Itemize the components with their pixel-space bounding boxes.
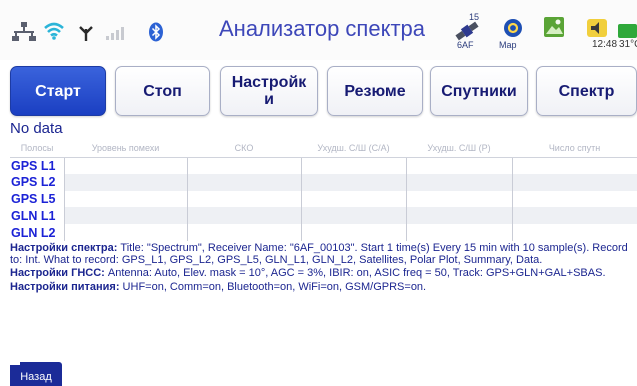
table-row[interactable]: GPS L1 [10, 157, 637, 174]
row-label-gps-l1: GPS L1 [10, 157, 64, 174]
table-cell [405, 207, 512, 225]
table-row[interactable]: GLN L2 [10, 224, 637, 241]
tab-summary[interactable]: Резюме [327, 66, 423, 116]
table-cell [63, 207, 187, 225]
tab-spectrum[interactable]: Спектр [536, 66, 637, 116]
settings-summary: Настройки спектра: Title: "Spectrum", Re… [10, 242, 632, 296]
column-header-noise-level[interactable]: Уровень помехи [64, 139, 187, 158]
table-cell [511, 207, 637, 225]
antenna-icon [79, 26, 93, 41]
table-cell [186, 190, 301, 208]
table-cell [63, 157, 187, 174]
table-cell [186, 157, 301, 174]
back-button[interactable]: Назад [10, 362, 62, 386]
table-row[interactable]: GPS L2 [10, 173, 637, 191]
row-label-gln-l1: GLN L1 [10, 207, 64, 225]
table-cell [186, 224, 301, 241]
row-label-gln-l2: GLN L2 [10, 224, 64, 241]
table-cell [511, 157, 637, 174]
table-cell [405, 173, 512, 191]
spectrum-table: Полосы Уровень помехи СКО Ухудш. С/Ш (C/… [10, 139, 637, 241]
network-icon[interactable] [12, 22, 36, 42]
gnss-settings-title: Настройки ГНСС: [10, 267, 105, 280]
table-cell [405, 224, 512, 241]
table-cell [511, 173, 637, 191]
speaker-icon[interactable] [586, 18, 608, 38]
table-cell [300, 157, 406, 174]
gnss-settings: Настройки ГНСС: Antenna: Auto, Elev. mas… [10, 268, 632, 280]
table-cell [511, 224, 637, 241]
table-cell [405, 157, 512, 174]
no-data-label: No data [10, 120, 63, 137]
spectrum-settings: Настройки спектра: Title: "Spectrum", Re… [10, 242, 632, 266]
tab-stop[interactable]: Стоп [115, 66, 210, 116]
table-cell [63, 224, 187, 241]
table-cell [300, 190, 406, 208]
column-header-snr-ca[interactable]: Ухудш. С/Ш (C/A) [301, 139, 406, 158]
map-icon [504, 19, 522, 37]
table-cell [63, 190, 187, 208]
table-cell [300, 207, 406, 225]
column-header-sat-count[interactable]: Число спутн [512, 139, 637, 158]
row-label-gps-l5: GPS L5 [10, 190, 64, 208]
table-cell [186, 173, 301, 191]
column-header-std-dev[interactable]: СКО [187, 139, 301, 158]
map-label: Map [499, 40, 517, 50]
temperature: 31°C [619, 39, 637, 50]
gnss-settings-text: Antenna: Auto, Elev. mask = 10°, AGC = 3… [104, 267, 606, 280]
table-cell [300, 224, 406, 241]
column-header-bands[interactable]: Полосы [10, 139, 64, 158]
map-button[interactable]: Map [497, 18, 529, 56]
tab-start[interactable]: Старт [10, 66, 106, 116]
table-cell [63, 173, 187, 191]
power-settings: Настройки питания: UHF=on, Comm=on, Blue… [10, 281, 632, 294]
satellite-indicator[interactable]: 15 6AF [453, 12, 483, 52]
table-cell [511, 190, 637, 208]
wifi-icon[interactable] [44, 22, 64, 40]
tab-settings[interactable]: Настройк и [220, 66, 318, 116]
battery-icon [618, 24, 637, 38]
app-title: Анализатор спектра [219, 16, 426, 41]
power-settings-title: Настройки питания: [10, 281, 120, 294]
photo-icon[interactable] [543, 16, 565, 38]
bluetooth-icon[interactable] [148, 22, 164, 42]
spectrum-settings-title: Настройки спектра: [10, 242, 118, 254]
column-header-snr-p[interactable]: Ухудш. С/Ш (P) [406, 139, 512, 158]
power-settings-text: UHF=on, Comm=on, Bluetooth=on, WiFi=on, … [119, 281, 427, 294]
table-header-row: Полосы Уровень помехи СКО Ухудш. С/Ш (C/… [10, 139, 637, 158]
signal-bars-icon [106, 27, 124, 40]
satellite-count: 15 [469, 12, 480, 22]
tab-satellites[interactable]: Спутники [430, 66, 528, 116]
status-bar: Анализатор спектра 15 6AF Map 12:48 31° [0, 0, 637, 60]
clock: 12:48 [592, 39, 618, 50]
table-row[interactable]: GPS L5 [10, 190, 637, 208]
table-cell [186, 207, 301, 225]
row-label-gps-l2: GPS L2 [10, 173, 64, 191]
table-row[interactable]: GLN L1 [10, 207, 637, 225]
satellite-label: 6AF [457, 40, 474, 50]
table-cell [300, 173, 406, 191]
table-cell [405, 190, 512, 208]
